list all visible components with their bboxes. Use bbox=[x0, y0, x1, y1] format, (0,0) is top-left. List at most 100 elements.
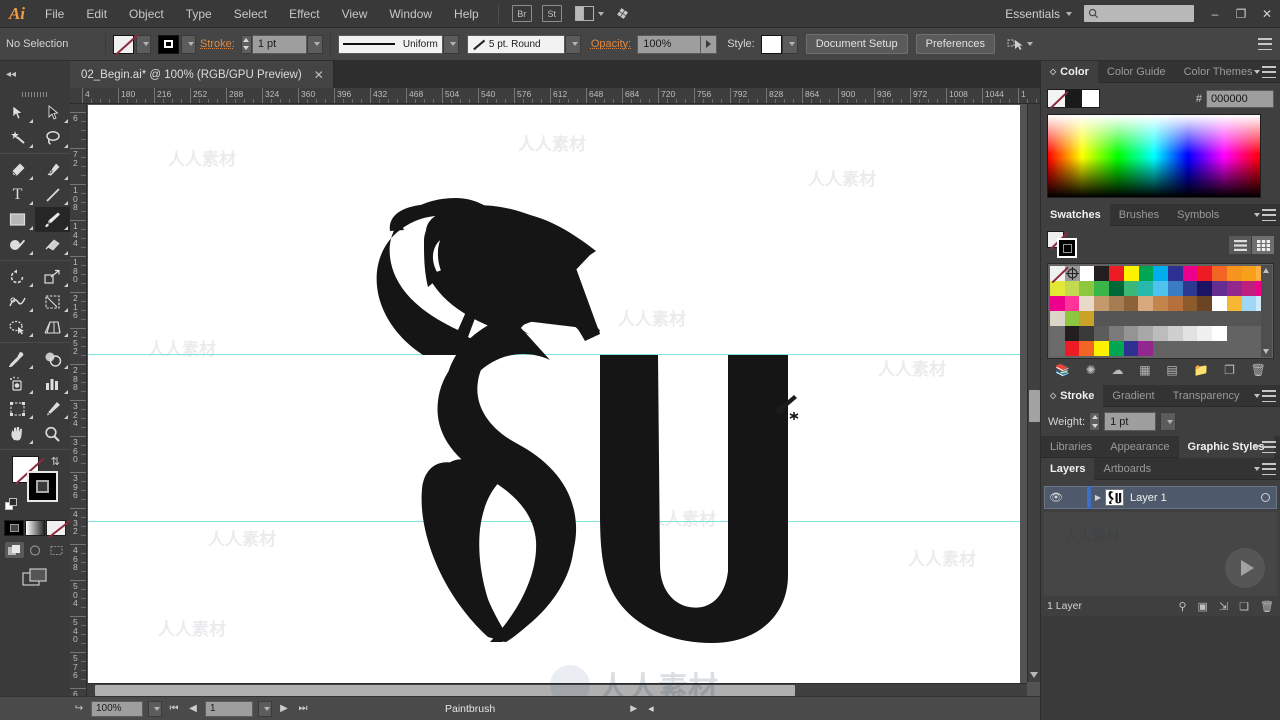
symbol-sprayer-tool[interactable] bbox=[0, 371, 35, 396]
tab-libraries[interactable]: Libraries bbox=[1041, 436, 1101, 458]
swatch-cell[interactable] bbox=[1094, 296, 1109, 311]
swatch-cell[interactable] bbox=[1108, 326, 1124, 341]
stroke-panel-menu[interactable] bbox=[1254, 390, 1276, 402]
control-panel-menu-icon[interactable] bbox=[1258, 38, 1272, 50]
artboard[interactable]: 人人素材 人人素材 人人素材 人人素材 人人素材 人人素材 人人素材 人人素材 … bbox=[88, 105, 1020, 696]
canvas-horizontal-scrollbar[interactable] bbox=[87, 683, 1027, 696]
stroke-weight-input[interactable]: 1 pt bbox=[251, 34, 307, 54]
toolbar-grip[interactable] bbox=[0, 88, 70, 100]
curvature-tool[interactable] bbox=[35, 157, 70, 182]
paintbrush-tool[interactable] bbox=[35, 207, 70, 232]
hand-tool[interactable] bbox=[0, 421, 35, 446]
perspective-grid-tool[interactable] bbox=[35, 314, 70, 339]
swatch-cell[interactable] bbox=[1079, 281, 1095, 296]
document-setup-button[interactable]: Document Setup bbox=[805, 34, 908, 54]
swatch-cell[interactable] bbox=[1138, 266, 1154, 281]
magic-wand-tool[interactable] bbox=[0, 125, 35, 150]
canvas-vertical-scrollbar[interactable] bbox=[1027, 104, 1040, 682]
swatch-cell[interactable] bbox=[1079, 266, 1095, 281]
weight-stepper[interactable] bbox=[1089, 412, 1101, 431]
swatch-cell[interactable] bbox=[1241, 281, 1257, 296]
swatch-cell[interactable] bbox=[1226, 311, 1242, 326]
swatch-cell[interactable] bbox=[1182, 281, 1198, 296]
slice-tool[interactable] bbox=[35, 396, 70, 421]
delete-swatch-icon[interactable]: 🗑 bbox=[1251, 363, 1266, 377]
tab-artboards[interactable]: Artboards bbox=[1094, 458, 1160, 480]
rectangle-tool[interactable] bbox=[0, 207, 35, 232]
column-graph-tool[interactable] bbox=[35, 371, 70, 396]
swatch-cell[interactable] bbox=[1109, 266, 1124, 281]
swatch-cell[interactable] bbox=[1050, 326, 1065, 341]
swatch-cell[interactable] bbox=[1064, 311, 1080, 326]
locate-object-icon[interactable]: ⚲ bbox=[1178, 600, 1186, 613]
menu-object[interactable]: Object bbox=[118, 0, 175, 28]
shape-builder-tool[interactable] bbox=[0, 314, 35, 339]
tab-swatches[interactable]: Swatches bbox=[1041, 203, 1110, 226]
swatch-cell[interactable] bbox=[1079, 341, 1095, 356]
swatch-cell[interactable] bbox=[1226, 341, 1242, 356]
swatch-cell[interactable] bbox=[1138, 311, 1154, 326]
list-view-button[interactable] bbox=[1229, 236, 1251, 254]
swatch-cell[interactable] bbox=[1064, 326, 1080, 341]
first-artboard-icon[interactable]: ⏮ bbox=[167, 703, 181, 714]
swap-fill-stroke-icon[interactable]: ⇅ bbox=[51, 455, 60, 468]
swatch-cell[interactable] bbox=[1138, 341, 1154, 356]
none-mode-button[interactable] bbox=[46, 520, 66, 536]
swatch-cell[interactable] bbox=[1153, 281, 1168, 296]
artboard-number-input[interactable]: 1 bbox=[205, 700, 253, 717]
stroke-dropdown[interactable] bbox=[181, 34, 196, 54]
swatch-cell[interactable] bbox=[1212, 311, 1227, 326]
stroke-weight-dropdown[interactable] bbox=[306, 34, 323, 54]
menu-effect[interactable]: Effect bbox=[278, 0, 330, 28]
swatch-cell[interactable] bbox=[1123, 311, 1139, 326]
zoom-level-dropdown[interactable] bbox=[148, 700, 162, 717]
layers-list-area[interactable]: 人人素材 bbox=[1044, 512, 1277, 596]
share-icon[interactable]: ↪ bbox=[72, 703, 86, 714]
lasso-tool[interactable] bbox=[35, 125, 70, 150]
stroke-swatch[interactable] bbox=[158, 34, 179, 54]
swatch-cell[interactable] bbox=[1123, 266, 1139, 281]
swatch-cell[interactable] bbox=[1153, 296, 1168, 311]
width-tool[interactable] bbox=[0, 289, 35, 314]
zoom-tool[interactable] bbox=[35, 421, 70, 446]
color-stroke-swatch[interactable] bbox=[1065, 90, 1082, 107]
swatch-cell[interactable] bbox=[1197, 281, 1213, 296]
status-resize-icon[interactable]: ◂ bbox=[648, 702, 654, 715]
menu-window[interactable]: Window bbox=[378, 0, 443, 28]
swatch-cell[interactable] bbox=[1138, 281, 1154, 296]
new-swatch-icon[interactable]: ❐ bbox=[1224, 363, 1235, 377]
stroke-color-swatch[interactable] bbox=[27, 471, 58, 502]
tab-transparency[interactable]: Transparency bbox=[1164, 385, 1249, 407]
scale-tool[interactable] bbox=[35, 264, 70, 289]
swatch-cell[interactable] bbox=[1138, 296, 1154, 311]
eyedropper-tool[interactable] bbox=[0, 346, 35, 371]
swatch-cell[interactable] bbox=[1108, 311, 1124, 326]
swatch-cell[interactable] bbox=[1153, 266, 1169, 281]
swatch-cell[interactable] bbox=[1094, 266, 1110, 281]
swatch-options-icon[interactable]: ▤ bbox=[1166, 363, 1177, 377]
swatch-cell[interactable] bbox=[1123, 281, 1139, 296]
rotate-tool[interactable] bbox=[0, 264, 35, 289]
workspace-label[interactable]: Essentials bbox=[1005, 7, 1062, 21]
minimize-button[interactable]: – bbox=[1202, 0, 1228, 28]
opacity-label[interactable]: Opacity: bbox=[591, 38, 631, 50]
tab-appearance[interactable]: Appearance bbox=[1101, 436, 1178, 458]
canvas-area[interactable]: 4 180 216 252 288 324 360 396 432 468 504 540 576 612… bbox=[70, 88, 1040, 706]
swatch-cell[interactable] bbox=[1167, 341, 1183, 356]
swatch-cell[interactable] bbox=[1197, 311, 1213, 326]
swatch-cell[interactable] bbox=[1212, 296, 1227, 311]
make-clipping-mask-icon[interactable]: ▣ bbox=[1198, 600, 1208, 613]
scroll-thumb[interactable] bbox=[1029, 390, 1040, 422]
scroll-thumb[interactable] bbox=[95, 685, 795, 696]
swatch-cell[interactable] bbox=[1079, 296, 1095, 311]
toolbar-collapse-button[interactable]: ◂◂ bbox=[0, 61, 70, 88]
horizontal-ruler[interactable]: 4 180 216 252 288 324 360 396 432 468 504 540 576 612… bbox=[70, 88, 1040, 104]
swatch-cell[interactable] bbox=[1241, 311, 1257, 326]
eraser-tool[interactable] bbox=[35, 232, 70, 257]
swatch-cell[interactable] bbox=[1153, 326, 1168, 341]
line-segment-tool[interactable] bbox=[35, 182, 70, 207]
new-layer-icon[interactable]: ❏ bbox=[1239, 600, 1249, 613]
weight-dropdown[interactable] bbox=[1160, 412, 1177, 431]
menu-type[interactable]: Type bbox=[175, 0, 223, 28]
tab-color[interactable]: ◇ Color bbox=[1041, 60, 1098, 83]
